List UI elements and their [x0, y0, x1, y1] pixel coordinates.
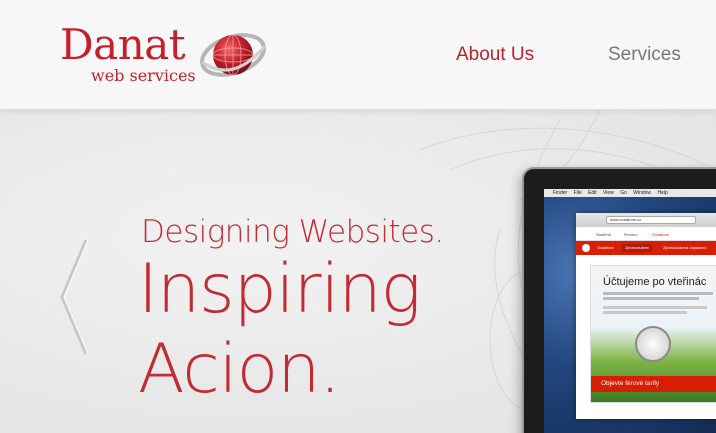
- mac-menubar: Finder File Edit View Go Window Help: [544, 189, 716, 197]
- site-nav-item: Firemní: [624, 232, 638, 237]
- url-field: www.vodafone.cz: [606, 216, 696, 224]
- hero-headline-line1: Inspiring: [138, 250, 421, 329]
- menubar-item: Go: [620, 190, 627, 196]
- nav-about-us[interactable]: About Us: [456, 44, 534, 66]
- laptop-screen: Finder File Edit View Go Window Help www…: [544, 189, 716, 433]
- promo-banner: Účtujeme po vteřinác Objevte férové tari…: [590, 265, 716, 403]
- promo-cta-button: Objevte férové tarify: [591, 376, 716, 392]
- promo-title: Účtujeme po vteřinác: [603, 276, 707, 288]
- browser-window: www.vodafone.cz Studenti Firemní Vodafon…: [576, 213, 716, 419]
- site-nav-item: Studenti: [596, 232, 611, 237]
- hero-tagline: Designing Websites.: [141, 214, 444, 250]
- site-nav-item: Vodafone: [652, 232, 669, 237]
- prev-slide-arrow[interactable]: [56, 238, 92, 356]
- hero-slider: Designing Websites. Inspiring Acion. Fin…: [0, 110, 716, 433]
- vodafone-tab: Vodafone: [597, 245, 614, 250]
- menubar-item: Edit: [588, 190, 597, 196]
- menubar-item: Help: [657, 190, 668, 196]
- site-header: Danat web services About Us Services: [0, 0, 716, 110]
- browser-toolbar: www.vodafone.cz: [576, 213, 716, 227]
- hero-headline: Inspiring Acion.: [138, 250, 421, 410]
- vodafone-nav-bar: Vodafone Zjednodušení Zjednodušená zapla…: [576, 241, 716, 255]
- promo-text: [603, 292, 716, 314]
- site-top-nav: Studenti Firemní Vodafone: [576, 227, 716, 241]
- main-nav: About Us Services: [0, 44, 716, 70]
- laptop-mockup: Finder File Edit View Go Window Help www…: [522, 167, 716, 433]
- menubar-item: Window: [633, 190, 652, 196]
- menubar-item: View: [603, 190, 614, 196]
- hero-headline-line2: Acion.: [138, 330, 341, 409]
- menubar-item: Finder: [553, 190, 568, 196]
- vodafone-tab: Zjednodušení: [622, 244, 653, 252]
- vodafone-tab: Zjednodušená zaplacení: [663, 245, 707, 250]
- vodafone-logo-icon: [582, 244, 590, 252]
- stopwatch-icon: [635, 326, 671, 362]
- nav-services[interactable]: Services: [608, 44, 681, 66]
- menubar-item: File: [573, 190, 582, 196]
